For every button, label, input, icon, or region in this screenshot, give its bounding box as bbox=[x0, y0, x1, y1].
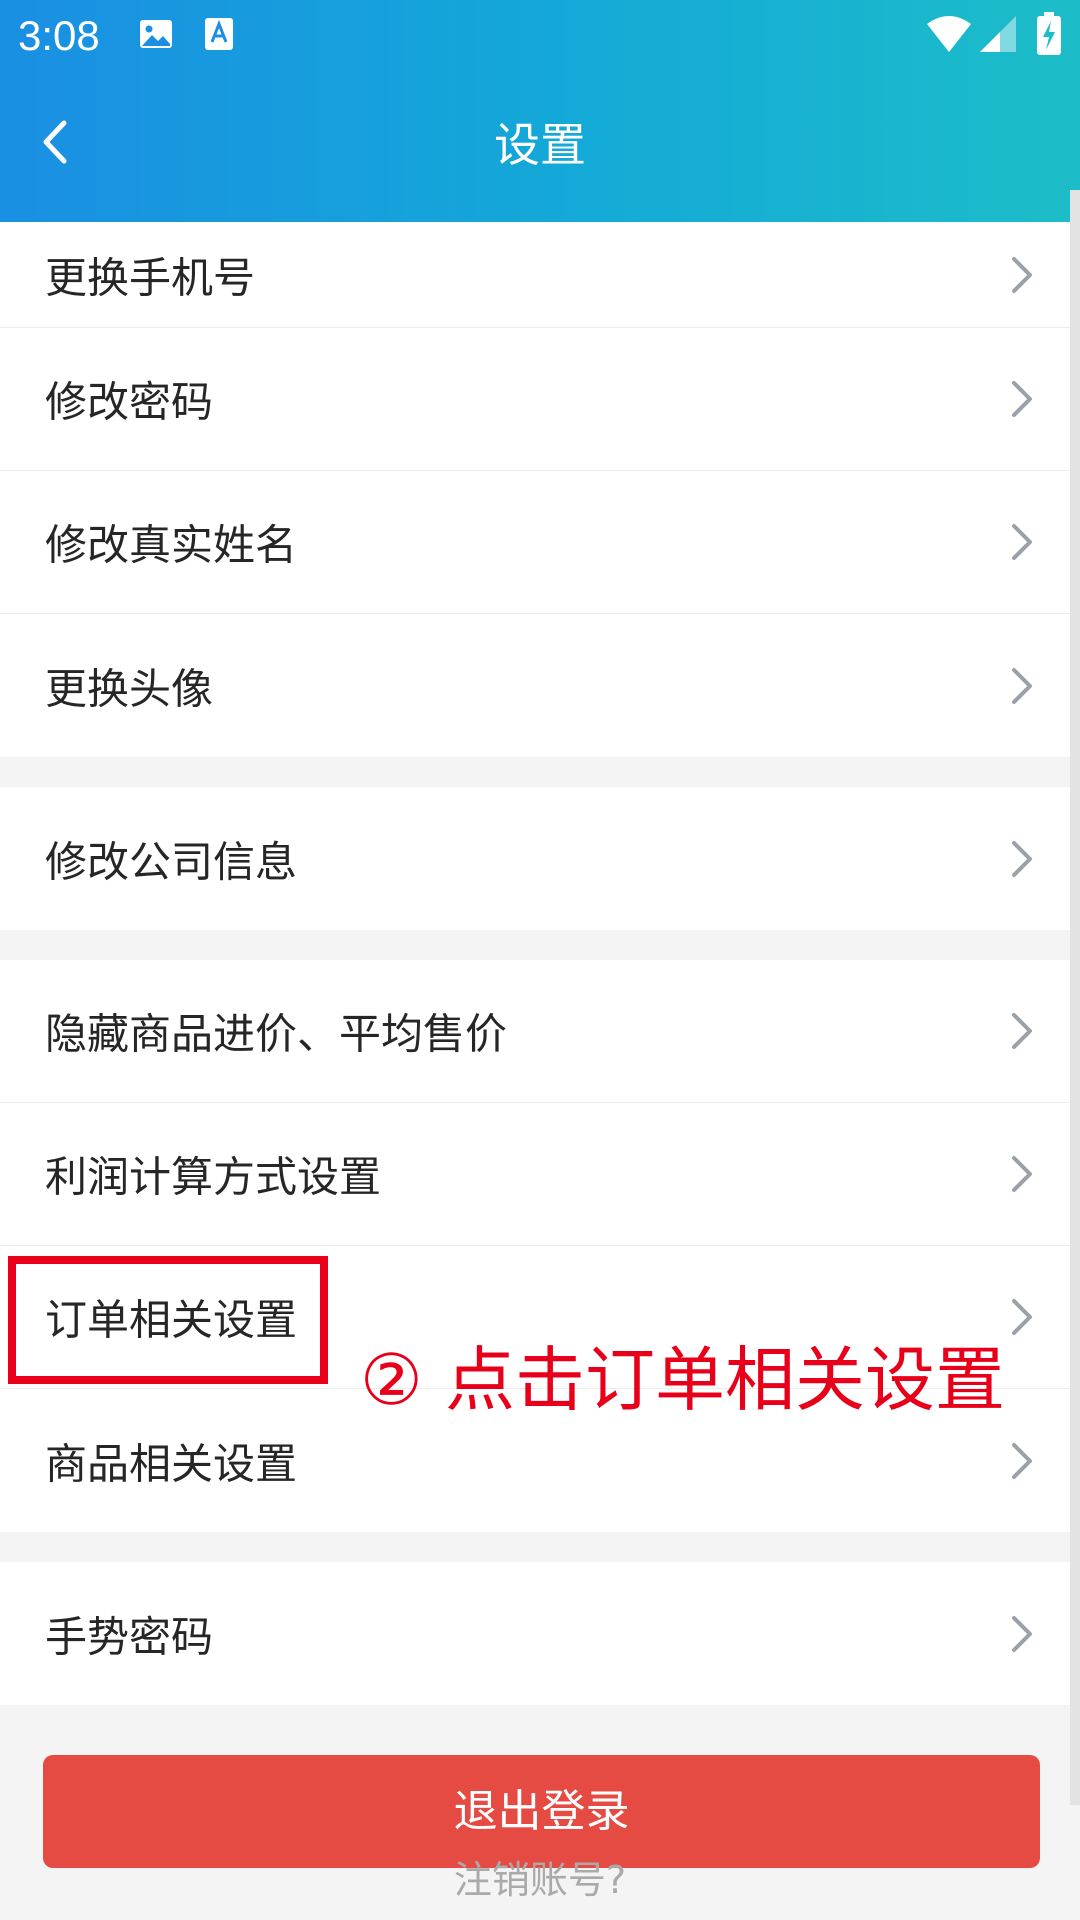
settings-item-hide-prices[interactable]: 隐藏商品进价、平均售价 bbox=[0, 960, 1080, 1103]
status-bar: 3:08 bbox=[0, 0, 1080, 72]
battery-icon bbox=[1036, 12, 1062, 60]
settings-item-label: 隐藏商品进价、平均售价 bbox=[45, 1009, 508, 1059]
settings-list: 更换手机号 修改密码 修改真实姓名 更换头像 修改公司信息 隐藏商品进价、平均售… bbox=[0, 222, 1080, 1705]
settings-item-label: 利润计算方式设置 bbox=[45, 1152, 382, 1202]
text-icon bbox=[203, 16, 235, 56]
annotation-highlight-box bbox=[8, 1256, 328, 1384]
settings-item-gesture-password[interactable]: 手势密码 bbox=[0, 1562, 1080, 1705]
title-bar: 设置 bbox=[0, 72, 1080, 222]
settings-item-label: 商品相关设置 bbox=[45, 1439, 298, 1488]
signal-icon bbox=[978, 14, 1018, 58]
settings-item-label: 更换手机号 bbox=[45, 253, 256, 302]
settings-item-label: 修改真实姓名 bbox=[45, 520, 298, 570]
settings-item-label: 手势密码 bbox=[45, 1612, 214, 1661]
settings-item-company-info[interactable]: 修改公司信息 bbox=[0, 787, 1080, 930]
settings-item-label: 更换头像 bbox=[45, 664, 214, 713]
settings-item-change-password[interactable]: 修改密码 bbox=[0, 328, 1080, 471]
settings-item-change-avatar[interactable]: 更换头像 bbox=[0, 614, 1080, 757]
chevron-right-icon bbox=[1012, 1299, 1032, 1335]
chevron-right-icon bbox=[1012, 1156, 1032, 1192]
settings-group-account: 更换手机号 修改密码 修改真实姓名 更换头像 bbox=[0, 222, 1080, 757]
image-icon bbox=[138, 16, 174, 56]
chevron-right-icon bbox=[1012, 1615, 1032, 1652]
chevron-right-icon bbox=[1012, 256, 1032, 293]
settings-item-label: 修改公司信息 bbox=[45, 837, 298, 886]
settings-item-change-phone[interactable]: 更换手机号 bbox=[0, 222, 1080, 328]
annotation-text: ② 点击订单相关设置 bbox=[360, 1339, 1006, 1421]
settings-item-label: 修改密码 bbox=[45, 377, 214, 427]
scrollbar[interactable] bbox=[1070, 190, 1080, 1805]
section-gap bbox=[0, 930, 1080, 960]
page-title: 设置 bbox=[494, 118, 586, 172]
chevron-right-icon bbox=[1012, 1013, 1032, 1049]
app-header: 3:08 设置 bbox=[0, 0, 1080, 222]
settings-group-security: 手势密码 bbox=[0, 1562, 1080, 1705]
chevron-right-icon bbox=[1012, 667, 1032, 704]
status-time: 3:08 bbox=[18, 12, 100, 59]
section-gap bbox=[0, 757, 1080, 787]
cancel-account-link[interactable]: 注销账号? bbox=[0, 1852, 1080, 1908]
settings-group-business: 隐藏商品进价、平均售价 利润计算方式设置 订单相关设置 商品相关设置 bbox=[0, 960, 1080, 1532]
section-gap bbox=[0, 1532, 1080, 1562]
chevron-right-icon bbox=[1012, 381, 1032, 417]
wifi-icon bbox=[925, 14, 973, 58]
chevron-right-icon bbox=[1012, 1442, 1032, 1479]
settings-item-profit-calculation[interactable]: 利润计算方式设置 bbox=[0, 1103, 1080, 1246]
settings-item-change-real-name[interactable]: 修改真实姓名 bbox=[0, 471, 1080, 614]
chevron-right-icon bbox=[1012, 524, 1032, 560]
settings-group-company: 修改公司信息 bbox=[0, 787, 1080, 930]
chevron-right-icon bbox=[1012, 840, 1032, 877]
